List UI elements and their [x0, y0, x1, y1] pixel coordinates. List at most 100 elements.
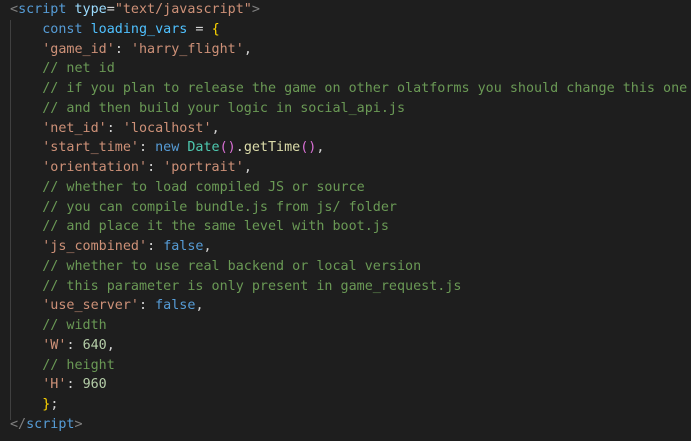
code-token: ;: [50, 397, 59, 412]
code-token: // and then build your logic in social_a…: [42, 100, 406, 116]
code-token: :: [66, 337, 83, 353]
code-token: :: [139, 298, 156, 314]
code-token: 'game_id': [42, 41, 115, 57]
code-token: const: [42, 21, 83, 37]
code-line[interactable]: <script type="text/javascript">: [10, 0, 687, 20]
code-token: (): [300, 140, 317, 156]
code-token: :: [147, 160, 164, 175]
code-token: script: [18, 2, 67, 17]
code-token: 'net_id': [42, 120, 107, 136]
code-line[interactable]: </script>: [10, 415, 687, 435]
code-token: ,: [316, 140, 325, 156]
code-area[interactable]: <script type="text/javascript"> const lo…: [10, 0, 687, 435]
code-line[interactable]: 'game_id': 'harry_flight',: [10, 40, 687, 60]
code-token: script: [26, 416, 75, 432]
code-token: 'use_server': [42, 298, 139, 314]
code-token: getTime: [243, 140, 301, 156]
code-token: (): [219, 140, 236, 156]
code-token: // if you plan to release the game on ot…: [42, 81, 688, 96]
code-token: ,: [211, 120, 220, 136]
code-token: // net id: [42, 61, 115, 77]
code-token: // width: [42, 318, 107, 333]
code-token: 'W': [42, 337, 67, 353]
code-token: :: [139, 140, 156, 156]
code-line[interactable]: // width: [10, 316, 687, 336]
code-line[interactable]: };: [10, 395, 687, 415]
code-line[interactable]: 'js_combined': false,: [10, 237, 687, 257]
code-line[interactable]: const loading_vars = {: [10, 20, 687, 40]
code-token: ,: [195, 298, 204, 314]
code-line[interactable]: // whether to use real backend or local …: [10, 257, 687, 277]
code-line[interactable]: // height: [10, 356, 687, 376]
code-line[interactable]: // and then build your logic in social_a…: [10, 99, 687, 119]
code-line[interactable]: // this parameter is only present in gam…: [10, 277, 687, 297]
code-token: // whether to use real backend or local …: [42, 258, 422, 274]
code-token: Date: [187, 140, 220, 156]
code-token: 'harry_flight': [130, 41, 244, 57]
code-token: =: [187, 21, 212, 37]
code-token: 'H': [42, 377, 67, 393]
code-token: new: [155, 140, 180, 156]
code-token: .: [235, 140, 244, 156]
code-token: // whether to load compiled JS or source: [42, 179, 365, 195]
code-line[interactable]: 'net_id': 'localhost',: [10, 119, 687, 139]
code-line[interactable]: // whether to load compiled JS or source: [10, 178, 687, 198]
code-line[interactable]: 'orientation': 'portrait',: [10, 158, 687, 178]
code-token: type: [74, 2, 107, 17]
code-token: // height: [42, 357, 115, 373]
code-token: // and place it the same level with boot…: [42, 219, 389, 235]
code-line[interactable]: // and place it the same level with boot…: [10, 217, 687, 237]
code-token: ,: [203, 239, 212, 254]
code-token: "text/javascript": [114, 2, 252, 17]
code-token: :: [114, 41, 131, 57]
code-token: 'localhost': [122, 120, 212, 136]
code-token: >: [251, 2, 260, 17]
code-token: </: [10, 416, 27, 432]
code-line[interactable]: // you can compile bundle.js from js/ fo…: [10, 198, 687, 218]
code-line[interactable]: 'start_time': new Date().getTime(),: [10, 138, 687, 158]
code-token: 'js_combined': [42, 239, 148, 254]
code-token: 'start_time': [42, 140, 139, 156]
code-editor[interactable]: <script type="text/javascript"> const lo…: [0, 0, 691, 441]
code-token: >: [74, 416, 83, 432]
code-token: :: [66, 377, 83, 393]
code-token: // this parameter is only present in gam…: [42, 278, 462, 294]
code-line[interactable]: 'use_server': false,: [10, 296, 687, 316]
code-token: =: [106, 2, 115, 17]
code-token: 'orientation': [42, 160, 148, 175]
code-line[interactable]: // net id: [10, 59, 687, 79]
code-token: // you can compile bundle.js from js/ fo…: [42, 199, 397, 215]
code-token: :: [147, 239, 164, 254]
code-token: 640: [82, 337, 107, 353]
code-token: ,: [243, 41, 252, 57]
code-token: :: [106, 120, 123, 136]
code-token: ,: [243, 160, 252, 175]
code-token: 960: [82, 377, 107, 393]
code-token: false: [163, 239, 204, 254]
code-line[interactable]: // if you plan to release the game on ot…: [10, 79, 687, 99]
code-line[interactable]: 'H': 960: [10, 375, 687, 395]
code-token: loading_vars: [90, 21, 188, 37]
code-line[interactable]: 'W': 640,: [10, 336, 687, 356]
